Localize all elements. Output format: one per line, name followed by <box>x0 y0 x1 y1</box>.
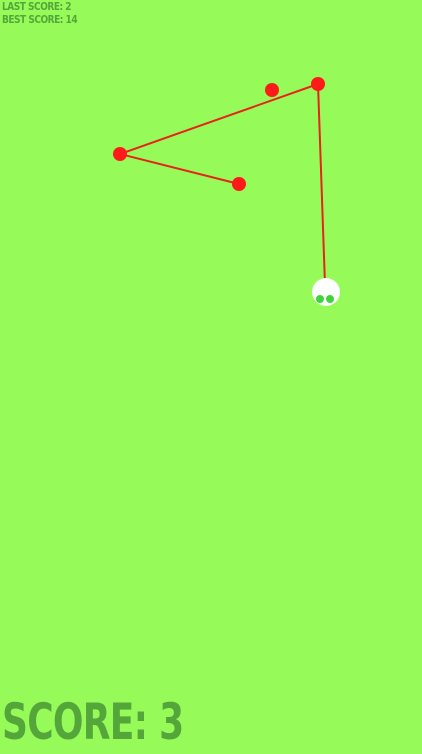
rope-node-left <box>113 147 127 161</box>
ball-eye-right <box>326 295 334 303</box>
rope-segment-3 <box>317 83 326 286</box>
rope-path <box>119 83 326 286</box>
player-ball <box>312 278 340 306</box>
rope-segment-2 <box>119 83 319 155</box>
ball-eye-left <box>316 295 324 303</box>
rope-segment-1 <box>119 153 240 185</box>
target-dot[interactable] <box>265 83 279 97</box>
ball-body <box>312 278 340 306</box>
game-scene <box>113 77 340 306</box>
last-score-label: LAST SCORE: 2 <box>2 0 72 13</box>
rope-node-start <box>232 177 246 191</box>
best-score-label: BEST SCORE: 14 <box>2 13 78 26</box>
game-field[interactable]: LAST SCORE: 2 BEST SCORE: 14 SCORE: 3 <box>0 0 422 750</box>
rope-node-top <box>311 77 325 91</box>
current-score: SCORE: 3 <box>2 693 184 751</box>
